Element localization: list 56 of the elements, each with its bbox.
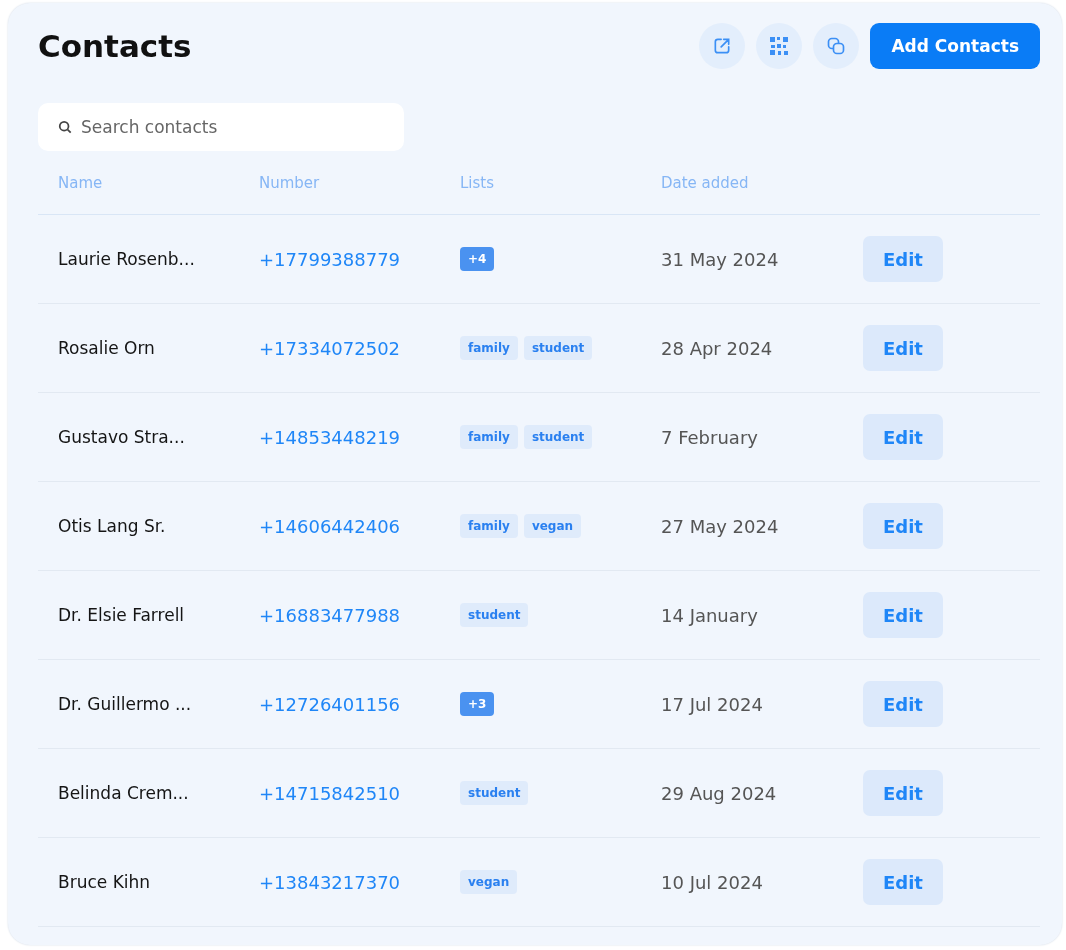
list-tag: student [523, 336, 593, 360]
phone-number: +16883477988 [259, 604, 402, 626]
list-tag: +4 [460, 247, 495, 271]
edit-button[interactable]: Edit [863, 414, 943, 460]
list-tag: student [460, 781, 529, 805]
edit-button[interactable]: Edit [863, 236, 943, 282]
list-tag: +3 [460, 692, 495, 716]
date-added: 14 January [661, 604, 759, 626]
edit-button[interactable]: Edit [863, 859, 943, 905]
contact-name: Dr. Guillermo ... [58, 694, 193, 714]
external-link-icon [712, 36, 733, 56]
list-tag: family [460, 514, 518, 538]
phone-number: +14853448219 [259, 426, 402, 448]
contact-name: Otis Lang Sr. [58, 516, 167, 536]
contact-name: Laurie Rosenb... [58, 249, 196, 269]
list-tag: family [460, 425, 518, 449]
edit-button[interactable]: Edit [863, 681, 943, 727]
phone-number: +17334072502 [259, 337, 402, 359]
date-added: 10 Jul 2024 [661, 871, 764, 893]
edit-button[interactable]: Edit [863, 592, 943, 638]
contact-name: Bruce Kihn [58, 872, 152, 892]
phone-number: +14606442406 [259, 515, 402, 537]
date-added: 17 Jul 2024 [661, 693, 764, 715]
list-tag: vegan [523, 514, 582, 538]
date-added: 7 February [661, 426, 759, 448]
copy-icon [826, 36, 847, 56]
column-header: Date added [661, 173, 750, 192]
add-contacts-button[interactable]: Add Contacts [870, 23, 1040, 69]
list-tag: student [523, 425, 593, 449]
date-added: 27 May 2024 [661, 515, 780, 537]
qr-code-icon [769, 36, 790, 56]
list-tag: family [460, 336, 518, 360]
copy-button[interactable] [813, 23, 860, 69]
edit-button[interactable]: Edit [863, 770, 943, 816]
contact-name: Gustavo Stra... [58, 427, 186, 447]
column-header: Name [58, 173, 104, 192]
phone-number: +12726401156 [259, 693, 402, 715]
list-tag: vegan [460, 870, 518, 894]
date-added: 28 Apr 2024 [661, 337, 774, 359]
column-header: Lists [460, 173, 496, 192]
page-title: Contacts [38, 28, 192, 64]
list-tag: student [460, 603, 529, 627]
contact-name: Dr. Elsie Farrell [58, 605, 186, 625]
phone-number: +14715842510 [259, 782, 402, 804]
phone-number: +17799388779 [259, 248, 402, 270]
phone-number: +13843217370 [259, 871, 402, 893]
contact-name: Belinda Crem... [58, 783, 190, 803]
date-added: 29 Aug 2024 [661, 782, 778, 804]
column-header: Number [259, 173, 321, 192]
edit-button[interactable]: Edit [863, 325, 943, 371]
share-button[interactable] [699, 23, 746, 69]
date-added: 31 May 2024 [661, 248, 780, 270]
search-field[interactable]: Search contacts [38, 103, 404, 151]
edit-button[interactable]: Edit [863, 503, 943, 549]
qr-code-button[interactable] [756, 23, 803, 69]
contact-name: Rosalie Orn [58, 338, 156, 358]
